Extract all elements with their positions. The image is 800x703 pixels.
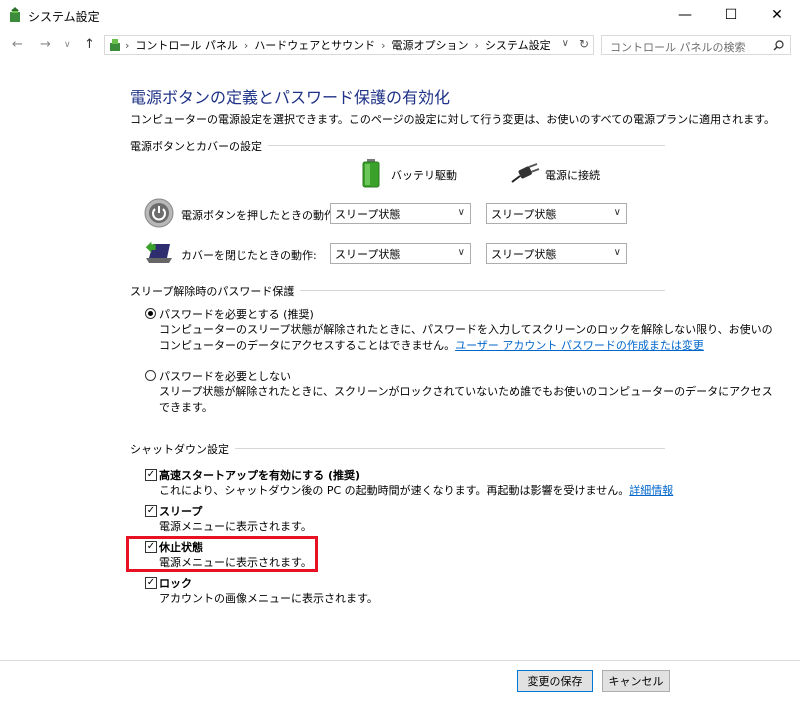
power-button-icon	[144, 198, 174, 228]
power-buttons-group-title: 電源ボタンとカバーの設定	[130, 138, 268, 154]
search-icon[interactable]	[773, 40, 784, 51]
select-value: スリープ状態	[491, 247, 557, 261]
fast-startup-desc: これにより、シャットダウン後の PC の起動時間が速くなります。再起動は影響を受…	[159, 483, 673, 499]
breadcrumb-separator-icon: ›	[125, 38, 130, 52]
laptop-lid-icon	[145, 241, 172, 263]
chevron-down-icon: ∨	[457, 207, 465, 218]
fast-startup-label[interactable]: 高速スタートアップを有効にする (推奨)	[159, 467, 360, 483]
select-value: スリープ状態	[335, 247, 401, 261]
chevron-down-icon: ∨	[613, 207, 621, 218]
search-placeholder: コントロール パネルの検索	[610, 41, 746, 54]
back-arrow-icon[interactable]: ←	[12, 37, 23, 52]
require-password-label[interactable]: パスワードを必要とする (推奨)	[159, 306, 314, 322]
cancel-button[interactable]: キャンセル	[602, 670, 670, 692]
forward-arrow-icon[interactable]: →	[40, 37, 51, 52]
breadcrumb-control-panel[interactable]: コントロール パネル	[135, 37, 238, 53]
require-password-desc-text: コンピューターのデータにアクセスすることはできません。	[159, 339, 456, 352]
breadcrumb-separator-icon: ›	[381, 38, 386, 52]
create-password-link[interactable]: ユーザー アカウント パスワードの作成または変更	[455, 339, 704, 352]
maximize-icon: ☐	[724, 7, 738, 23]
lock-desc: アカウントの画像メニューに表示されます。	[159, 592, 378, 605]
control-panel-icon	[110, 39, 120, 51]
plugged-in-column-header: 電源に接続	[545, 169, 600, 182]
require-password-radio[interactable]	[145, 308, 156, 319]
fast-startup-desc-text: これにより、シャットダウン後の PC の起動時間が速くなります。再起動は影響を受…	[159, 484, 630, 497]
require-password-desc-2: コンピューターのデータにアクセスすることはできません。ユーザー アカウント パス…	[159, 338, 704, 354]
lid-close-plugged-select[interactable]: スリープ状態 ∨	[486, 243, 627, 264]
address-dropdown-icon[interactable]: ∨	[562, 38, 569, 49]
sleep-desc: 電源メニューに表示されます。	[159, 520, 312, 533]
no-password-label[interactable]: パスワードを必要としない	[159, 368, 291, 384]
breadcrumb-hardware-sound[interactable]: ハードウェアとサウンド	[254, 37, 375, 53]
search-input[interactable]: コントロール パネルの検索	[601, 35, 791, 55]
close-button[interactable]: ✕	[754, 0, 800, 30]
maximize-button[interactable]: ☐	[708, 0, 754, 30]
battery-column-header: バッテリ駆動	[391, 169, 457, 182]
power-button-battery-select[interactable]: スリープ状態 ∨	[330, 203, 471, 224]
power-plug-icon	[511, 163, 540, 183]
require-password-desc-1: コンピューターのスリープ状態が解除されたときに、パスワードを入力してスクリーンの…	[159, 323, 773, 336]
footer-divider	[0, 660, 800, 661]
select-value: スリープ状態	[335, 207, 401, 221]
page-title: 電源ボタンの定義とパスワード保護の有効化	[130, 88, 451, 107]
breadcrumb-system-settings[interactable]: システム設定	[485, 37, 551, 53]
sleep-checkbox[interactable]: ✓	[145, 505, 157, 517]
power-options-app-icon	[10, 7, 20, 22]
sleep-label[interactable]: スリープ	[159, 503, 202, 519]
recent-pages-chevron-icon[interactable]: ∨	[64, 40, 71, 50]
more-info-link[interactable]: 詳細情報	[629, 484, 673, 497]
breadcrumb-power-options[interactable]: 電源オプション	[392, 37, 469, 53]
hibernate-highlight-box	[126, 536, 318, 572]
save-changes-button[interactable]: 変更の保存	[517, 670, 593, 692]
breadcrumb-separator-icon: ›	[243, 38, 249, 52]
no-password-desc-2: できます。	[159, 401, 213, 414]
password-group-title: スリープ解除時のパスワード保護	[130, 283, 301, 299]
chevron-down-icon: ∨	[613, 247, 621, 258]
lock-label[interactable]: ロック	[159, 575, 192, 591]
fast-startup-checkbox[interactable]: ✓	[145, 469, 157, 481]
close-icon: ✕	[771, 7, 783, 23]
lid-close-action-label: カバーを閉じたときの動作:	[181, 249, 317, 262]
lock-checkbox[interactable]: ✓	[145, 577, 157, 589]
address-bar[interactable]: › コントロール パネル › ハードウェアとサウンド › 電源オプション › シ…	[104, 35, 594, 55]
minimize-button[interactable]: —	[662, 0, 708, 30]
select-value: スリープ状態	[491, 207, 557, 221]
no-password-desc-1: スリープ状態が解除されたときに、スクリーンがロックされていないため誰でもお使いの…	[159, 385, 773, 398]
refresh-icon[interactable]: ↻	[579, 37, 589, 51]
breadcrumb-separator-icon: ›	[474, 38, 479, 52]
page-description: コンピューターの電源設定を選択できます。このページの設定に対して行う変更は、お使…	[130, 113, 776, 126]
battery-icon	[362, 159, 380, 188]
shutdown-group-title: シャットダウン設定	[130, 441, 235, 457]
no-password-radio[interactable]	[145, 370, 156, 381]
up-arrow-icon[interactable]: ↑	[84, 37, 95, 52]
lid-close-battery-select[interactable]: スリープ状態 ∨	[330, 243, 471, 264]
window-title: システム設定	[28, 10, 100, 24]
power-button-plugged-select[interactable]: スリープ状態 ∨	[486, 203, 627, 224]
minimize-icon: —	[678, 7, 692, 23]
power-button-action-label: 電源ボタンを押したときの動作:	[181, 209, 339, 222]
chevron-down-icon: ∨	[457, 247, 465, 258]
